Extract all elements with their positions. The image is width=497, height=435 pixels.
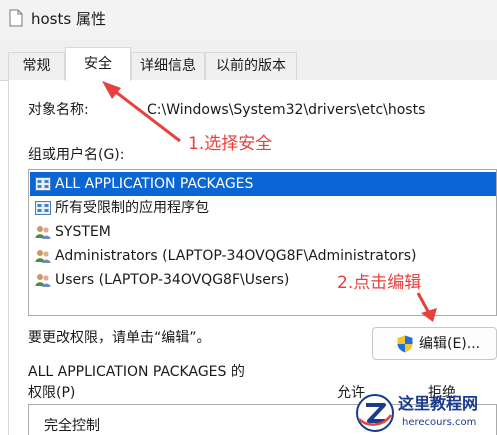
annotation-step-1: 1.选择安全 [188,134,273,154]
arrow-to-edit-button [416,292,437,322]
watermark-logo [356,394,394,432]
watermark: 这里教程网 herecours.com [355,390,497,435]
annotation-step-2: 2.点击编辑 [337,273,422,293]
tab-security[interactable]: 安全 [65,47,131,81]
watermark-url: herecours.com [402,417,477,428]
arrow-to-security-tab [102,81,181,143]
watermark-name: 这里教程网 [398,394,479,413]
